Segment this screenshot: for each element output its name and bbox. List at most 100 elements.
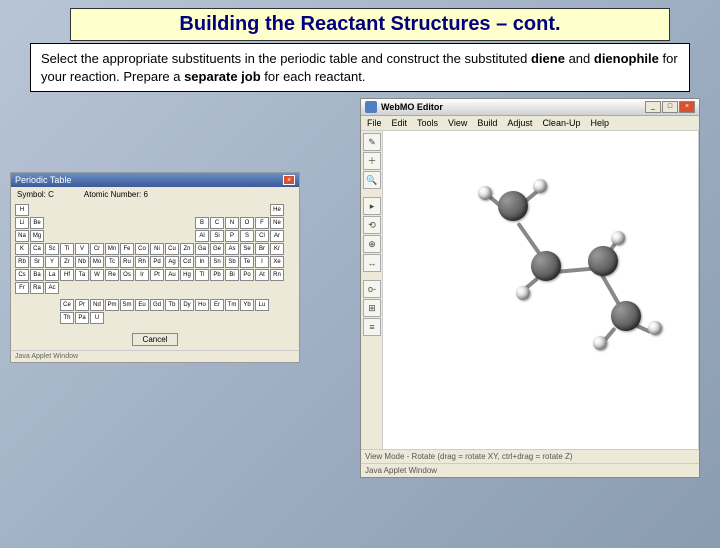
carbon-atom[interactable] [611,301,641,331]
element-pr[interactable]: Pr [75,299,89,311]
element-w[interactable]: W [90,269,104,281]
element-ne[interactable]: Ne [270,217,284,229]
element-yb[interactable]: Yb [240,299,254,311]
element-b[interactable]: B [195,217,209,229]
tool-button-0[interactable]: ✎ [363,133,381,151]
element-la[interactable]: La [45,269,59,281]
element-ru[interactable]: Ru [120,256,134,268]
element-rn[interactable]: Rn [270,269,284,281]
element-fe[interactable]: Fe [120,243,134,255]
hydrogen-atom[interactable] [611,231,625,245]
element-au[interactable]: Au [165,269,179,281]
element-eu[interactable]: Eu [135,299,149,311]
element-ag[interactable]: Ag [165,256,179,268]
element-ar[interactable]: Ar [270,230,284,242]
carbon-atom[interactable] [498,191,528,221]
element-ca[interactable]: Ca [30,243,44,255]
element-xe[interactable]: Xe [270,256,284,268]
element-os[interactable]: Os [120,269,134,281]
element-bi[interactable]: Bi [225,269,239,281]
hydrogen-atom[interactable] [516,286,530,300]
element-cd[interactable]: Cd [180,256,194,268]
hydrogen-atom[interactable] [593,336,607,350]
element-zn[interactable]: Zn [180,243,194,255]
element-sm[interactable]: Sm [120,299,134,311]
menu-edit[interactable]: Edit [392,118,408,128]
element-ir[interactable]: Ir [135,269,149,281]
element-sr[interactable]: Sr [30,256,44,268]
element-u[interactable]: U [90,312,104,324]
element-be[interactable]: Be [30,217,44,229]
maximize-button[interactable]: □ [662,101,678,113]
element-s[interactable]: S [240,230,254,242]
element-pm[interactable]: Pm [105,299,119,311]
hydrogen-atom[interactable] [478,186,492,200]
element-al[interactable]: Al [195,230,209,242]
close-icon[interactable]: × [283,175,295,185]
element-sn[interactable]: Sn [210,256,224,268]
element-te[interactable]: Te [240,256,254,268]
element-dy[interactable]: Dy [180,299,194,311]
carbon-atom[interactable] [588,246,618,276]
tool-button-6[interactable]: ⊕ [363,235,381,253]
element-cl[interactable]: Cl [255,230,269,242]
element-cu[interactable]: Cu [165,243,179,255]
element-tc[interactable]: Tc [105,256,119,268]
editor-canvas[interactable] [383,131,699,449]
element-at[interactable]: At [255,269,269,281]
tool-button-10[interactable]: ⊞ [363,299,381,317]
element-o[interactable]: O [240,217,254,229]
element-re[interactable]: Re [105,269,119,281]
element-nd[interactable]: Nd [90,299,104,311]
element-li[interactable]: Li [15,217,29,229]
tool-button-2[interactable]: 🔍 [363,171,381,189]
element-p[interactable]: P [225,230,239,242]
element-lu[interactable]: Lu [255,299,269,311]
element-se[interactable]: Se [240,243,254,255]
element-co[interactable]: Co [135,243,149,255]
element-he[interactable]: He [270,204,284,216]
element-si[interactable]: Si [210,230,224,242]
element-pt[interactable]: Pt [150,269,164,281]
element-pb[interactable]: Pb [210,269,224,281]
tool-button-11[interactable]: ≡ [363,318,381,336]
element-c[interactable]: C [210,217,224,229]
element-zr[interactable]: Zr [60,256,74,268]
element-ce[interactable]: Ce [60,299,74,311]
element-i[interactable]: I [255,256,269,268]
menu-cleanup[interactable]: Clean-Up [542,118,580,128]
element-as[interactable]: As [225,243,239,255]
element-f[interactable]: F [255,217,269,229]
menu-build[interactable]: Build [477,118,497,128]
element-ga[interactable]: Ga [195,243,209,255]
element-nb[interactable]: Nb [75,256,89,268]
element-n[interactable]: N [225,217,239,229]
element-rb[interactable]: Rb [15,256,29,268]
element-in[interactable]: In [195,256,209,268]
element-sb[interactable]: Sb [225,256,239,268]
tool-button-9[interactable]: o- [363,280,381,298]
element-fr[interactable]: Fr [15,282,29,294]
element-sc[interactable]: Sc [45,243,59,255]
element-br[interactable]: Br [255,243,269,255]
element-gd[interactable]: Gd [150,299,164,311]
element-mo[interactable]: Mo [90,256,104,268]
element-rh[interactable]: Rh [135,256,149,268]
tool-button-7[interactable]: ↔ [363,254,381,272]
element-k[interactable]: K [15,243,29,255]
element-er[interactable]: Er [210,299,224,311]
element-y[interactable]: Y [45,256,59,268]
element-ho[interactable]: Ho [195,299,209,311]
hydrogen-atom[interactable] [533,179,547,193]
element-tm[interactable]: Tm [225,299,239,311]
tool-button-1[interactable]: ＋ [363,152,381,170]
element-mn[interactable]: Mn [105,243,119,255]
menu-help[interactable]: Help [590,118,609,128]
element-na[interactable]: Na [15,230,29,242]
element-po[interactable]: Po [240,269,254,281]
element-pa[interactable]: Pa [75,312,89,324]
close-button[interactable]: × [679,101,695,113]
element-kr[interactable]: Kr [270,243,284,255]
element-ra[interactable]: Ra [30,282,44,294]
element-cr[interactable]: Cr [90,243,104,255]
